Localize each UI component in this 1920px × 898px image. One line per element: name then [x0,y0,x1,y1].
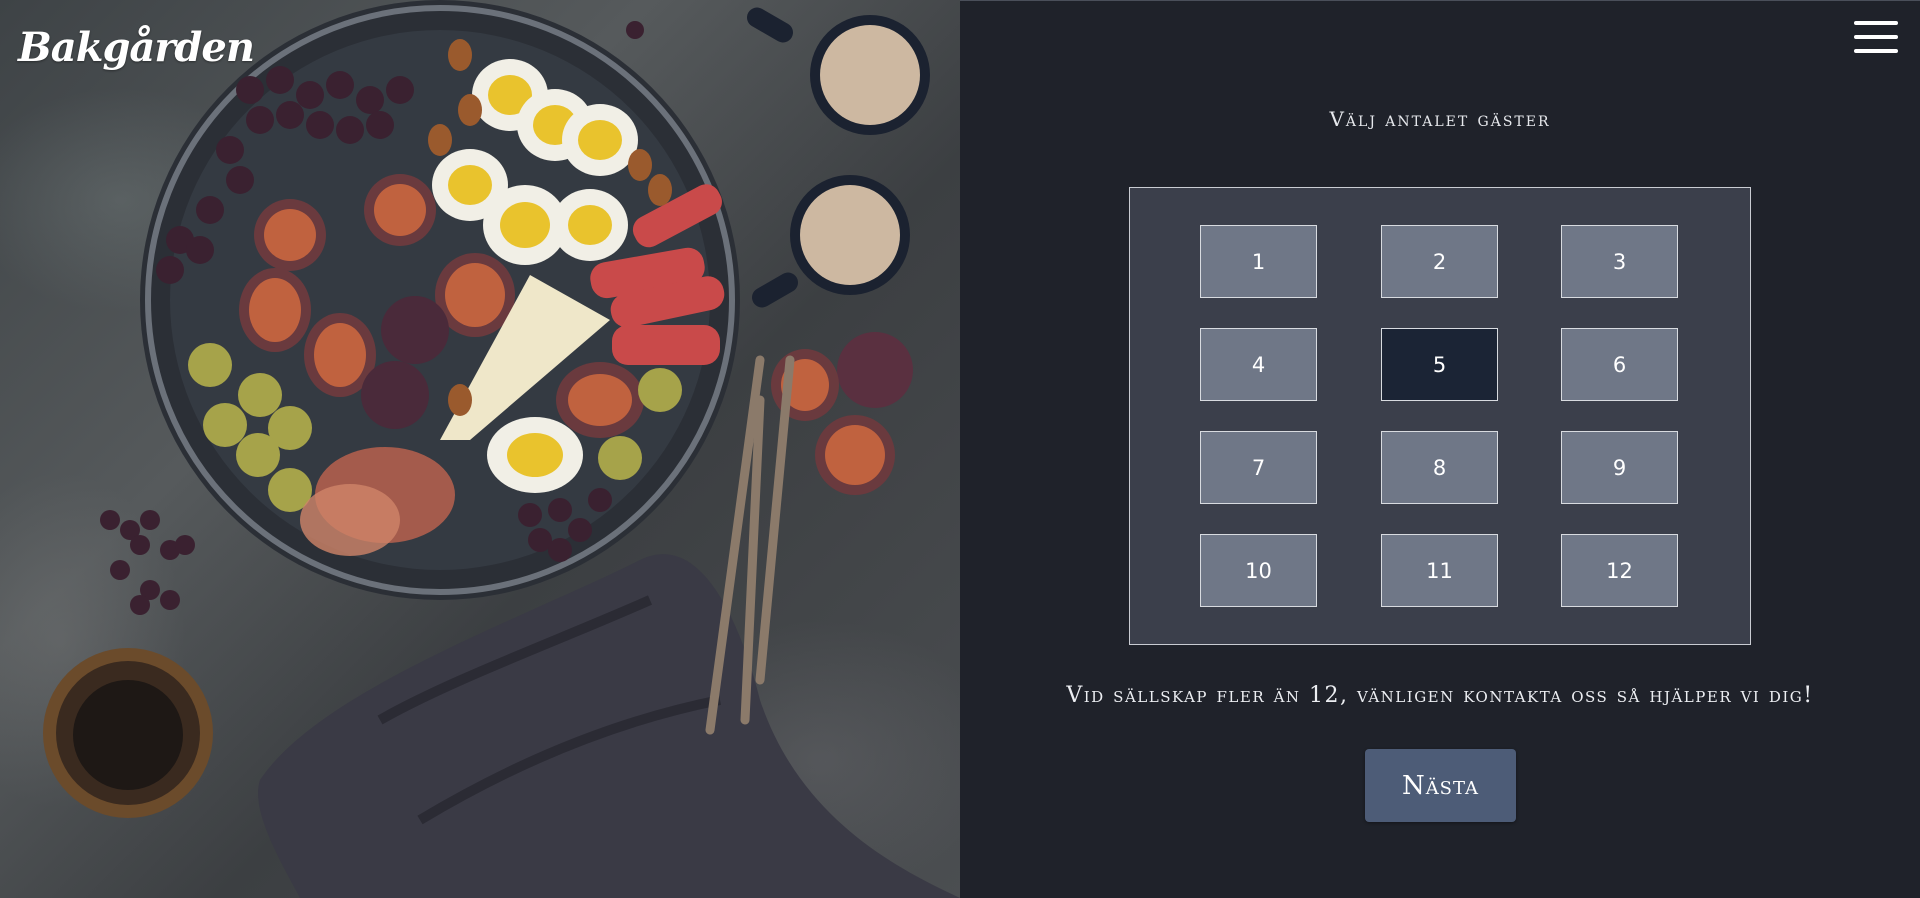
guest-option-8[interactable]: 8 [1381,431,1498,504]
guest-option-6[interactable]: 6 [1561,328,1678,401]
guest-count-grid: 1 2 3 4 5 6 7 8 9 10 11 12 [1129,187,1751,645]
guest-count-heading: Välj antalet gäster [1329,107,1551,131]
hero-photo: Bakgården [0,0,960,898]
guest-option-2[interactable]: 2 [1381,225,1498,298]
guest-option-11[interactable]: 11 [1381,534,1498,607]
next-button[interactable]: Nästa [1365,749,1516,822]
food-platter-illustration [43,0,960,898]
guest-option-1[interactable]: 1 [1200,225,1317,298]
guest-selection-panel: Välj antalet gäster 1 2 3 4 5 6 7 8 9 10… [960,0,1920,898]
guest-option-3[interactable]: 3 [1561,225,1678,298]
guest-option-7[interactable]: 7 [1200,431,1317,504]
guest-option-10[interactable]: 10 [1200,534,1317,607]
guest-option-5-selected[interactable]: 5 [1381,328,1498,401]
guest-option-9[interactable]: 9 [1561,431,1678,504]
guest-option-4[interactable]: 4 [1200,328,1317,401]
brand-logo[interactable]: Bakgården [18,24,255,71]
large-party-note: Vid sällskap fler än 12, vänligen kontak… [1066,683,1814,708]
hamburger-menu-icon[interactable] [1854,21,1898,57]
guest-option-12[interactable]: 12 [1561,534,1678,607]
